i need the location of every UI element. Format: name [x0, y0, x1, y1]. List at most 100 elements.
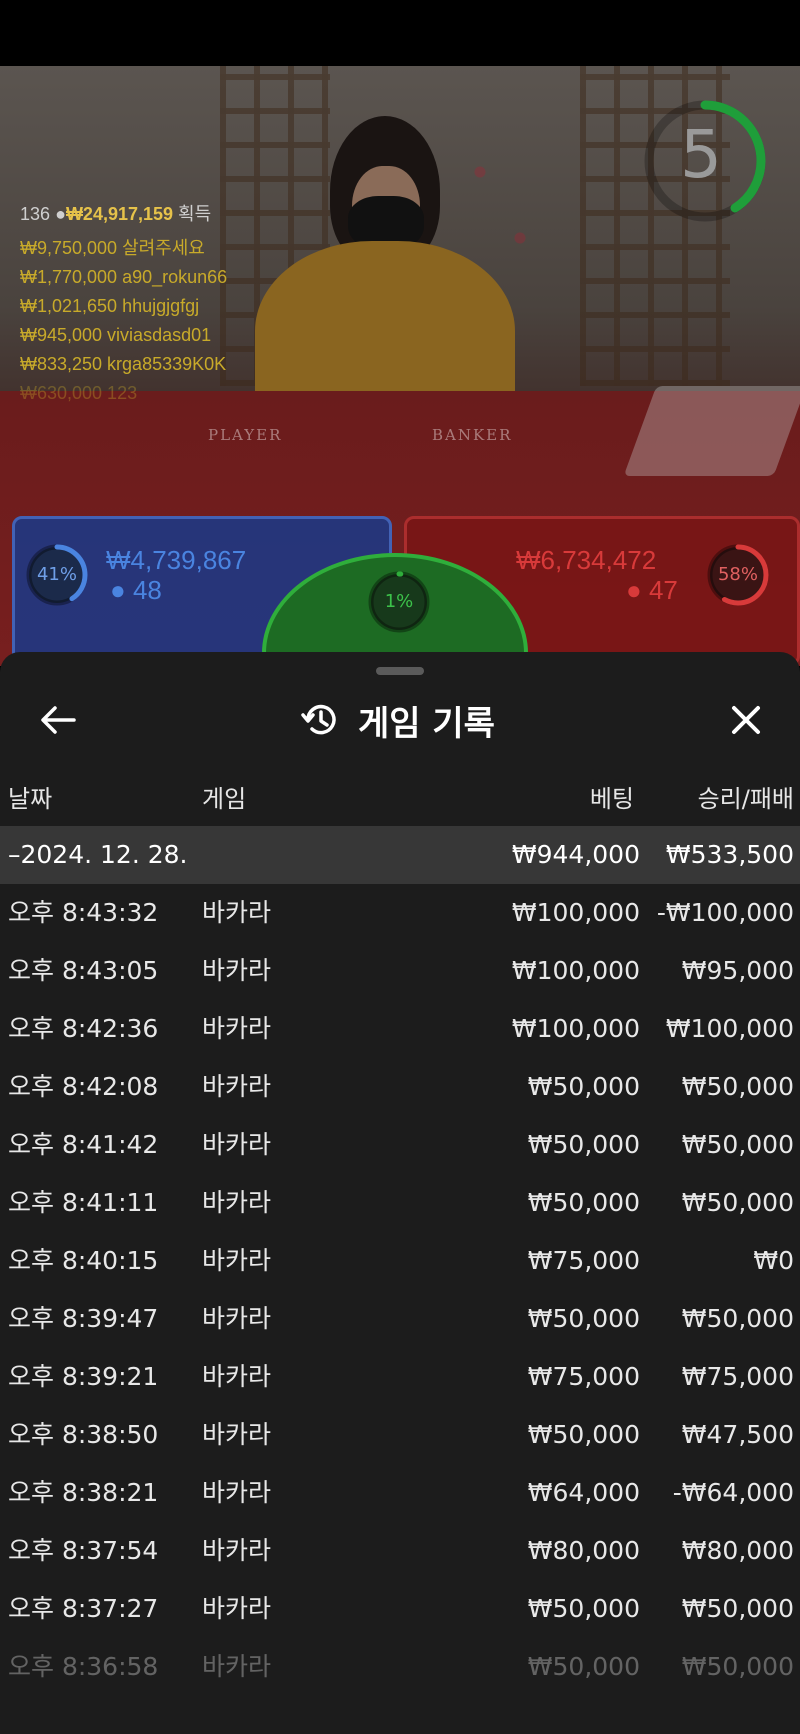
status-bar [0, 0, 800, 66]
player-count-value: 48 [132, 575, 162, 605]
row-game: 바카라 [202, 1652, 272, 1681]
back-button[interactable] [30, 692, 86, 748]
row-time: 오후 8:41:11 [8, 1188, 159, 1217]
row-time: 오후 8:39:21 [8, 1362, 159, 1391]
row-game: 바카라 [202, 1188, 272, 1217]
row-bet: ₩50,000 [527, 1652, 640, 1681]
row-game: 바카라 [202, 1130, 272, 1159]
arrow-left-icon [41, 706, 76, 734]
banker-count-value: 47 [648, 575, 678, 605]
table-row[interactable]: 오후 8:43:05 바카라 ₩100,000 ₩95,000 [0, 942, 800, 1000]
row-result: ₩50,000 [681, 1652, 794, 1681]
row-game: 바카라 [202, 1594, 272, 1623]
row-result: ₩50,000 [681, 1188, 794, 1217]
row-result: ₩50,000 [681, 1304, 794, 1333]
row-result: ₩95,000 [681, 956, 794, 985]
column-header-game[interactable]: 게임 [202, 779, 246, 814]
row-time: 오후 8:37:27 [8, 1594, 159, 1623]
table-row[interactable]: 오후 8:42:08 바카라 ₩50,000 ₩50,000 [0, 1058, 800, 1116]
close-button[interactable] [718, 692, 774, 748]
table-row[interactable]: 오후 8:43:32 바카라 ₩100,000 -₩100,000 [0, 884, 800, 942]
winner-row: ₩833,250 krga85339K0K [20, 354, 227, 374]
row-time: 오후 8:43:32 [8, 898, 159, 927]
row-game: 바카라 [202, 1536, 272, 1565]
sheet-title: 게임 기록 [358, 703, 495, 744]
row-game: 바카라 [202, 1420, 272, 1449]
banker-bettor-count: ● 47 [626, 575, 678, 606]
winner-row: ₩630,000 123 [20, 383, 138, 403]
row-result: ₩50,000 [681, 1594, 794, 1623]
winners-list: 136 ●₩24,917,159 획득 ₩9,750,000 살려주세요 ₩1,… [20, 200, 227, 408]
history-rows: 오후 8:43:32 바카라 ₩100,000 -₩100,000 오후 8:43:0… [0, 884, 800, 1696]
summary-bet: ₩944,000 [511, 840, 640, 869]
winner-row: ₩1,770,000 a90_rokun66 [20, 267, 228, 287]
winners-total: ₩24,917,159 [65, 204, 174, 224]
table-row[interactable]: 오후 8:41:42 바카라 ₩50,000 ₩50,000 [0, 1116, 800, 1174]
column-header-bet[interactable]: 베팅 [590, 779, 634, 814]
close-icon [732, 706, 760, 734]
history-icon [301, 704, 336, 735]
row-time: 오후 8:38:50 [8, 1420, 159, 1449]
row-time: 오후 8:37:54 [8, 1536, 159, 1565]
table-row[interactable]: 오후 8:40:15 바카라 ₩75,000 ₩0 [0, 1232, 800, 1290]
row-bet: ₩50,000 [527, 1130, 640, 1159]
row-result: ₩0 [753, 1246, 794, 1275]
table-row[interactable]: 오후 8:37:27 바카라 ₩50,000 ₩50,000 [0, 1580, 800, 1638]
summary-result: ₩533,500 [665, 840, 794, 869]
row-bet: ₩50,000 [527, 1072, 640, 1101]
row-result: ₩50,000 [681, 1072, 794, 1101]
winner-row: ₩9,750,000 살려주세요 [20, 238, 205, 258]
table-row[interactable]: 오후 8:38:50 바카라 ₩50,000 ₩47,500 [0, 1406, 800, 1464]
countdown-number: 5 [680, 116, 722, 193]
row-game: 바카라 [202, 1246, 272, 1275]
row-game: 바카라 [202, 1304, 272, 1333]
drag-handle[interactable] [376, 667, 424, 675]
table-label-banker: BANKER [432, 426, 513, 444]
winner-row: ₩945,000 viviasdasd01 [20, 325, 212, 345]
row-bet: ₩100,000 [511, 1014, 640, 1043]
row-time: 오후 8:39:47 [8, 1304, 159, 1333]
row-game: 바카라 [202, 1478, 272, 1507]
row-time: 오후 8:38:21 [8, 1478, 159, 1507]
row-bet: ₩50,000 [527, 1594, 640, 1623]
row-bet: ₩50,000 [527, 1188, 640, 1217]
row-bet: ₩50,000 [527, 1420, 640, 1449]
row-bet: ₩50,000 [527, 1304, 640, 1333]
row-time: 오후 8:40:15 [8, 1246, 159, 1275]
winner-row: ₩1,021,650 hhujgjgfgj [20, 296, 200, 316]
player-bet-amount: ₩4,739,867 [106, 545, 247, 575]
row-result: ₩80,000 [681, 1536, 794, 1565]
row-result: ₩100,000 [665, 1014, 794, 1043]
table-row[interactable]: 오후 8:39:21 바카라 ₩75,000 ₩75,000 [0, 1348, 800, 1406]
row-bet: ₩75,000 [527, 1246, 640, 1275]
column-header-date[interactable]: 날짜 [8, 779, 52, 814]
table-row[interactable]: 오후 8:42:36 바카라 ₩100,000 ₩100,000 [0, 1000, 800, 1058]
row-result: -₩100,000 [656, 898, 794, 927]
row-time: 오후 8:43:05 [8, 956, 159, 985]
date-group-summary[interactable]: –2024. 12. 28. ₩944,000 ₩533,500 [0, 826, 800, 884]
row-time: 오후 8:41:42 [8, 1130, 159, 1159]
row-game: 바카라 [202, 898, 272, 927]
row-bet: ₩64,000 [527, 1478, 640, 1507]
person-icon: ● [55, 204, 66, 224]
summary-date: –2024. 12. 28. [8, 840, 188, 869]
table-row[interactable]: 오후 8:39:47 바카라 ₩50,000 ₩50,000 [0, 1290, 800, 1348]
table-row[interactable]: 오후 8:38:21 바카라 ₩64,000 -₩64,000 [0, 1464, 800, 1522]
person-icon: ● [110, 575, 133, 605]
table-row[interactable]: 오후 8:36:58 바카라 ₩50,000 ₩50,000 [0, 1638, 800, 1696]
row-bet: ₩75,000 [527, 1362, 640, 1391]
player-percent: 41% [36, 564, 77, 585]
table-row[interactable]: 오후 8:37:54 바카라 ₩80,000 ₩80,000 [0, 1522, 800, 1580]
table-row[interactable]: 오후 8:41:11 바카라 ₩50,000 ₩50,000 [0, 1174, 800, 1232]
row-bet: ₩100,000 [511, 956, 640, 985]
column-header-result[interactable]: 승리/패배 [698, 779, 794, 814]
game-history-sheet: 게임 기록 날짜 게임 베팅 승리/패배 –2024. 12. 28. ₩944… [0, 652, 800, 1734]
table-label-player: PLAYER [208, 426, 283, 444]
sheet-header: 게임 기록 [300, 692, 495, 748]
row-game: 바카라 [202, 1072, 272, 1101]
banker-bet-amount: ₩6,734,472 [516, 545, 657, 575]
banker-percent: 58% [717, 564, 758, 585]
row-game: 바카라 [202, 956, 272, 985]
row-result: ₩75,000 [681, 1362, 794, 1391]
row-result: ₩50,000 [681, 1130, 794, 1159]
